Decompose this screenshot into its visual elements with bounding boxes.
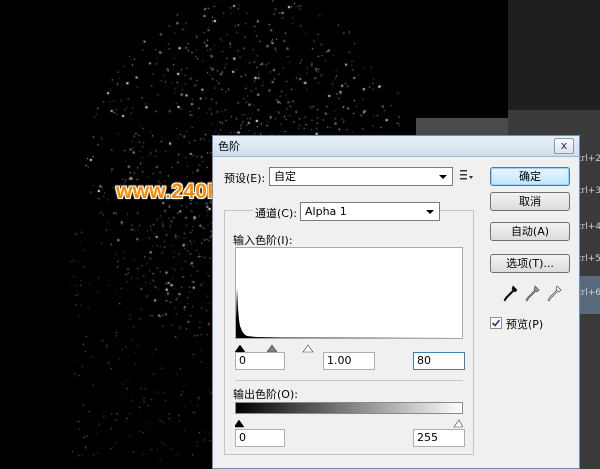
levels-dialog: 色阶 x 预设(E): 自定 通道(C): Alpha 1 输入色阶(I): 0… bbox=[212, 135, 580, 469]
input-black-handle bbox=[234, 344, 246, 353]
options-button[interactable]: 选项(T)... bbox=[490, 254, 570, 273]
cancel-button[interactable]: 取消 bbox=[490, 192, 570, 211]
output-levels-slider[interactable] bbox=[233, 414, 464, 428]
input-levels-slider[interactable] bbox=[234, 339, 463, 353]
output-white-field[interactable]: 255 bbox=[413, 429, 465, 447]
channel-label: 通道(C): bbox=[253, 205, 299, 221]
input-gamma-handle bbox=[266, 344, 278, 353]
list-options-icon[interactable] bbox=[459, 169, 473, 184]
chevron-down-icon bbox=[439, 175, 447, 179]
chevron-down-icon bbox=[426, 210, 434, 214]
shortcut-text: trl+6 bbox=[578, 288, 600, 298]
gray-eyedropper-icon[interactable] bbox=[525, 285, 541, 303]
shortcut-text: trl+4 bbox=[578, 222, 600, 232]
preview-checkbox[interactable] bbox=[490, 317, 502, 329]
input-levels-label: 输入色阶(I): bbox=[233, 234, 293, 247]
input-black-field[interactable]: 0 bbox=[235, 352, 285, 370]
channel-select[interactable]: Alpha 1 bbox=[300, 202, 440, 221]
histogram bbox=[235, 247, 463, 339]
host-panel-top bbox=[508, 0, 600, 111]
host-panel-header bbox=[416, 118, 508, 136]
preset-select[interactable]: 自定 bbox=[269, 167, 453, 186]
white-eyedropper-icon[interactable] bbox=[547, 285, 563, 303]
ok-button[interactable]: 确定 bbox=[490, 167, 570, 186]
close-icon: x bbox=[560, 139, 568, 152]
levels-divider bbox=[235, 380, 463, 381]
preset-value: 自定 bbox=[274, 170, 296, 183]
preset-label: 预设(E): bbox=[224, 172, 266, 185]
output-white-handle bbox=[453, 419, 464, 428]
close-button[interactable]: x bbox=[554, 138, 574, 154]
dialog-title: 色阶 bbox=[218, 140, 240, 153]
output-gradient-bar bbox=[235, 402, 463, 414]
input-white-handle bbox=[302, 344, 314, 353]
checkmark-icon bbox=[491, 319, 501, 327]
output-black-handle bbox=[233, 419, 245, 428]
input-gamma-field[interactable]: 1.00 bbox=[323, 352, 375, 370]
output-black-field[interactable]: 0 bbox=[235, 429, 285, 447]
output-levels-label: 输出色阶(O): bbox=[233, 388, 298, 401]
shortcut-text: trl+3 bbox=[578, 186, 600, 196]
input-white-field[interactable]: 80 bbox=[413, 352, 465, 370]
preview-label: 预览(P) bbox=[506, 318, 544, 331]
shortcut-text: trl+2 bbox=[578, 154, 600, 164]
histogram-graph bbox=[236, 288, 462, 338]
channel-value: Alpha 1 bbox=[305, 205, 347, 218]
auto-button[interactable]: 自动(A) bbox=[490, 222, 570, 241]
dialog-titlebar[interactable]: 色阶 x bbox=[213, 136, 579, 157]
shortcut-text: trl+5 bbox=[578, 254, 600, 264]
black-eyedropper-icon[interactable] bbox=[503, 285, 519, 303]
